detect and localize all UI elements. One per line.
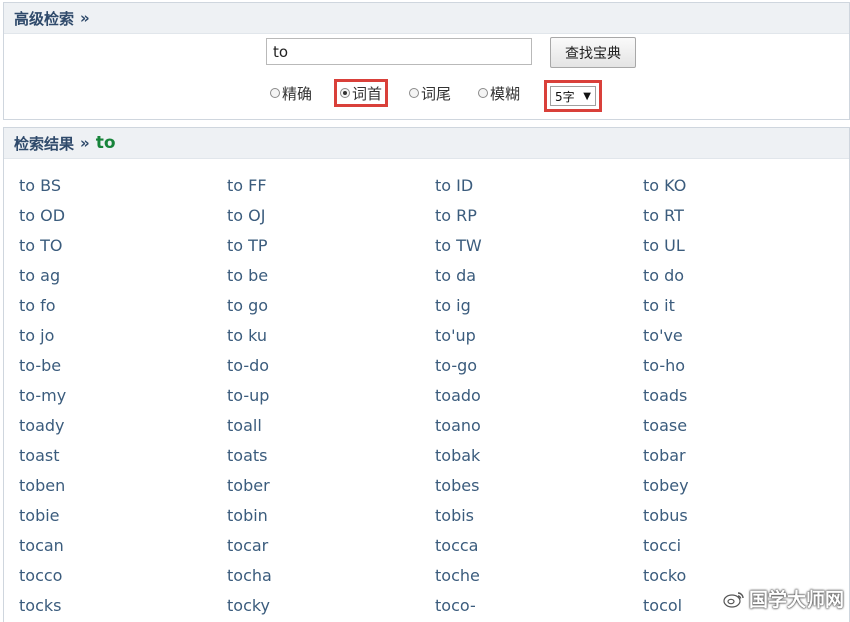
result-word-link[interactable]: to-go	[435, 351, 643, 381]
result-word-link[interactable]: to TP	[227, 231, 435, 261]
option-prefix[interactable]: 词首	[334, 79, 389, 107]
option-exact[interactable]: 精确	[270, 80, 312, 106]
result-word-link[interactable]: tocco	[19, 561, 227, 591]
result-word-link[interactable]: to-ho	[643, 351, 850, 381]
result-word-link[interactable]: to fo	[19, 291, 227, 321]
result-word-link[interactable]: tobes	[435, 471, 643, 501]
result-word-link[interactable]: to ku	[227, 321, 435, 351]
result-word-link[interactable]: to do	[643, 261, 850, 291]
option-fuzzy[interactable]: 模糊	[478, 80, 520, 106]
result-word-link[interactable]: to TW	[435, 231, 643, 261]
search-input[interactable]	[266, 38, 532, 65]
result-word-link[interactable]: to OJ	[227, 201, 435, 231]
advanced-search-title: 高级检索	[14, 9, 75, 28]
radio-exact[interactable]	[270, 88, 280, 98]
results-panel: 检索结果 » to to BS to FF to ID to KO to OD to OJ…	[3, 127, 850, 622]
advanced-search-panel: 高级检索 » 查找宝典 精确 词首 词尾 模糊 5字 ▼	[3, 2, 850, 120]
weibo-icon	[723, 591, 744, 608]
option-exact-label: 精确	[282, 84, 313, 103]
result-word-link[interactable]: tocks	[19, 591, 227, 621]
result-word-link[interactable]: tobis	[435, 501, 643, 531]
option-suffix[interactable]: 词尾	[409, 80, 451, 106]
result-word-link[interactable]: toast	[19, 441, 227, 471]
length-select[interactable]: 5字 ▼	[550, 86, 596, 106]
result-word-link[interactable]: to KO	[643, 171, 850, 201]
result-word-link[interactable]: tocca	[435, 531, 643, 561]
option-suffix-label: 词尾	[421, 84, 452, 103]
result-word-link[interactable]: to RT	[643, 201, 850, 231]
result-word-link[interactable]: to RP	[435, 201, 643, 231]
result-word-link[interactable]: toads	[643, 381, 850, 411]
results-header: 检索结果 » to	[4, 128, 849, 159]
result-word-link[interactable]: toche	[435, 561, 643, 591]
option-fuzzy-label: 模糊	[490, 84, 521, 103]
result-word-link[interactable]: tocha	[227, 561, 435, 591]
result-word-link[interactable]: toado	[435, 381, 643, 411]
result-word-link[interactable]: to TO	[19, 231, 227, 261]
result-word-link[interactable]: tobin	[227, 501, 435, 531]
watermark-text: 国学大师网	[748, 589, 844, 611]
result-word-link[interactable]: to be	[227, 261, 435, 291]
radio-prefix[interactable]	[340, 88, 350, 98]
result-word-link[interactable]: tocci	[643, 531, 850, 561]
result-word-link[interactable]: toall	[227, 411, 435, 441]
result-word-link[interactable]: toben	[19, 471, 227, 501]
result-word-link[interactable]: toats	[227, 441, 435, 471]
advanced-search-header: 高级检索 »	[4, 3, 849, 34]
result-word-link[interactable]: toase	[643, 411, 850, 441]
radio-fuzzy[interactable]	[478, 88, 488, 98]
radio-suffix[interactable]	[409, 88, 419, 98]
result-word-link[interactable]: to it	[643, 291, 850, 321]
result-word-link[interactable]: to-do	[227, 351, 435, 381]
result-word-link[interactable]: tober	[227, 471, 435, 501]
result-word-link[interactable]: to UL	[643, 231, 850, 261]
result-word-link[interactable]: toano	[435, 411, 643, 441]
length-select-highlight: 5字 ▼	[544, 80, 602, 112]
result-word-link[interactable]: to OD	[19, 201, 227, 231]
search-button[interactable]: 查找宝典	[550, 37, 636, 68]
result-word-link[interactable]: to've	[643, 321, 850, 351]
watermark: 国学大师网	[723, 585, 844, 612]
option-prefix-label: 词首	[352, 84, 383, 103]
result-word-link[interactable]: tocar	[227, 531, 435, 561]
result-word-link[interactable]: to'up	[435, 321, 643, 351]
result-word-link[interactable]: tocan	[19, 531, 227, 561]
result-word-link[interactable]: toco-	[435, 591, 643, 621]
result-word-link[interactable]: tobey	[643, 471, 850, 501]
result-word-link[interactable]: to-my	[19, 381, 227, 411]
result-word-link[interactable]: to jo	[19, 321, 227, 351]
result-word-link[interactable]: to-up	[227, 381, 435, 411]
result-word-link[interactable]: toady	[19, 411, 227, 441]
result-word-link[interactable]: tobie	[19, 501, 227, 531]
result-word-link[interactable]: to ig	[435, 291, 643, 321]
result-word-link[interactable]: tocky	[227, 591, 435, 621]
result-word-link[interactable]: to ID	[435, 171, 643, 201]
result-word-link[interactable]: tobak	[435, 441, 643, 471]
result-word-link[interactable]: to BS	[19, 171, 227, 201]
raquo-icon: »	[80, 134, 90, 152]
results-keyword: to	[95, 133, 116, 153]
result-word-link[interactable]: to go	[227, 291, 435, 321]
caret-down-icon: ▼	[583, 90, 591, 102]
result-word-link[interactable]: to-be	[19, 351, 227, 381]
result-word-link[interactable]: tobus	[643, 501, 850, 531]
result-word-link[interactable]: to ag	[19, 261, 227, 291]
match-options: 精确 词首 词尾 模糊 5字 ▼	[266, 79, 626, 112]
length-select-value: 5字	[555, 89, 575, 104]
result-word-link[interactable]: to da	[435, 261, 643, 291]
result-word-link[interactable]: to FF	[227, 171, 435, 201]
result-word-link[interactable]: tobar	[643, 441, 850, 471]
raquo-icon: »	[80, 9, 90, 27]
results-grid: to BS to FF to ID to KO to OD to OJ to RP to RT…	[19, 171, 849, 621]
results-title: 检索结果	[14, 134, 75, 153]
